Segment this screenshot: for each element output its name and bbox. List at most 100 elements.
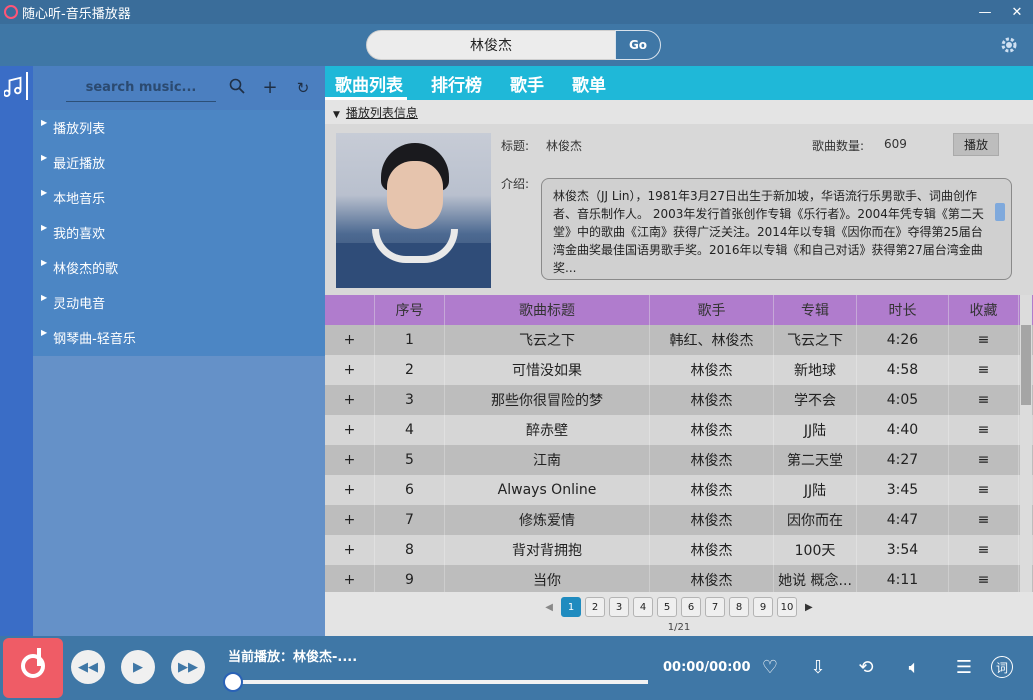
add-to-playlist-button[interactable]: +: [325, 385, 375, 415]
tab-charts[interactable]: 排行榜: [431, 66, 482, 100]
add-to-playlist-button[interactable]: +: [325, 355, 375, 385]
progress-knob[interactable]: [223, 672, 243, 692]
play-playlist-button[interactable]: 播放: [953, 133, 999, 156]
table-row[interactable]: +3 那些你很冒险的梦 林俊杰 学不会 4:05 ≡: [325, 385, 1033, 415]
scrollbar-thumb[interactable]: [1021, 325, 1031, 405]
column-header-title[interactable]: 歌曲标题: [445, 295, 650, 325]
search-icon[interactable]: [227, 78, 247, 98]
favorite-menu-icon[interactable]: ≡: [949, 445, 1019, 475]
page-button[interactable]: 4: [633, 597, 653, 617]
next-track-icon[interactable]: ▶▶: [171, 650, 205, 684]
add-to-playlist-button[interactable]: +: [325, 505, 375, 535]
favorite-menu-icon[interactable]: ≡: [949, 385, 1019, 415]
sidebar-item-label: 林俊杰的歌: [53, 262, 119, 277]
artist-photo: [336, 133, 491, 288]
lyrics-icon[interactable]: 词: [991, 656, 1013, 678]
table-row[interactable]: +4 醉赤壁 林俊杰 JJ陆 4:40 ≡: [325, 415, 1033, 445]
page-button[interactable]: 7: [705, 597, 725, 617]
table-row[interactable]: +7 修炼爱情 林俊杰 因你而在 4:47 ≡: [325, 505, 1033, 535]
add-to-playlist-button[interactable]: +: [325, 475, 375, 505]
progress-bar[interactable]: [232, 680, 648, 684]
tab-artists[interactable]: 歌手: [510, 66, 544, 100]
intro-textbox[interactable]: 林俊杰（JJ Lin），1981年3月27日出生于新加坡，华语流行乐男歌手、词曲…: [541, 178, 1012, 280]
song-count-value: 609: [884, 137, 907, 151]
favorite-menu-icon[interactable]: ≡: [949, 505, 1019, 535]
table-row[interactable]: +6 Always Online 林俊杰 JJ陆 3:45 ≡: [325, 475, 1033, 505]
add-to-playlist-button[interactable]: +: [325, 415, 375, 445]
page-button[interactable]: 10: [777, 597, 797, 617]
sidebar-item-recent[interactable]: ▶ 最近播放: [33, 145, 325, 180]
table-row[interactable]: +5 江南 林俊杰 第二天堂 4:27 ≡: [325, 445, 1033, 475]
add-to-playlist-button[interactable]: +: [325, 445, 375, 475]
page-button[interactable]: 3: [609, 597, 629, 617]
volume-icon[interactable]: 🔈︎: [903, 656, 925, 678]
repeat-icon[interactable]: ⟲: [855, 656, 877, 678]
go-button[interactable]: Go: [615, 30, 661, 60]
table-row[interactable]: +8 背对背拥抱 林俊杰 100天 3:54 ≡: [325, 535, 1033, 565]
chevron-right-icon: ▶: [41, 293, 48, 302]
favorite-menu-icon[interactable]: ≡: [949, 325, 1019, 355]
column-header-index[interactable]: 序号: [375, 295, 445, 325]
chevron-right-icon: ▶: [41, 258, 48, 267]
add-to-playlist-button[interactable]: +: [325, 535, 375, 565]
minimize-icon[interactable]: —: [969, 5, 1001, 20]
play-icon[interactable]: ▶: [121, 650, 155, 684]
song-title: 背对背拥抱: [445, 535, 650, 565]
sidebar-item-local[interactable]: ▶ 本地音乐: [33, 180, 325, 215]
add-icon[interactable]: +: [260, 78, 280, 98]
prev-page-icon[interactable]: ◀: [545, 602, 553, 613]
add-to-playlist-button[interactable]: +: [325, 565, 375, 592]
sidebar-item-favorites[interactable]: ▶ 我的喜欢: [33, 215, 325, 250]
close-icon[interactable]: ✕: [1001, 5, 1033, 20]
playlist-info-toggle-label: 播放列表信息: [345, 106, 418, 120]
next-page-icon[interactable]: ▶: [805, 602, 813, 613]
intro-label: 介绍:: [501, 177, 530, 191]
sidebar-item-playlist[interactable]: ▶ 播放列表: [33, 110, 325, 145]
tab-song-list[interactable]: 歌曲列表: [325, 66, 407, 100]
table-scrollbar[interactable]: [1020, 295, 1032, 592]
add-to-playlist-button[interactable]: +: [325, 325, 375, 355]
playlist-queue-icon[interactable]: ☰: [953, 656, 975, 678]
song-duration: 3:54: [857, 535, 949, 565]
music-note-icon[interactable]: [4, 72, 28, 100]
page-button[interactable]: 2: [585, 597, 605, 617]
sidebar-item-piano[interactable]: ▶ 钢琴曲-轻音乐: [33, 320, 325, 355]
heart-icon[interactable]: ♡: [759, 656, 781, 678]
page-button[interactable]: 8: [729, 597, 749, 617]
player-logo-icon[interactable]: [3, 638, 63, 698]
song-artist: 林俊杰: [650, 445, 774, 475]
page-button[interactable]: 6: [681, 597, 701, 617]
refresh-icon[interactable]: ↻: [293, 78, 313, 98]
tab-playlists[interactable]: 歌单: [572, 66, 606, 100]
favorite-menu-icon[interactable]: ≡: [949, 355, 1019, 385]
playlist-info-toggle[interactable]: ▼ 播放列表信息: [333, 104, 418, 121]
table-row[interactable]: +1 飞云之下 韩红、林俊杰 飞云之下 4:26 ≡: [325, 325, 1033, 355]
sidebar-search-input[interactable]: search music...: [66, 74, 216, 102]
column-header-duration[interactable]: 时长: [857, 295, 949, 325]
sidebar-item-jj-songs[interactable]: ▶ 林俊杰的歌: [33, 250, 325, 285]
row-index: 9: [375, 565, 445, 592]
intro-scrollbar[interactable]: [995, 203, 1005, 221]
favorite-menu-icon[interactable]: ≡: [949, 415, 1019, 445]
column-header-album[interactable]: 专辑: [774, 295, 857, 325]
song-duration: 4:05: [857, 385, 949, 415]
page-button[interactable]: 9: [753, 597, 773, 617]
chevron-right-icon: ▶: [41, 223, 48, 232]
page-button[interactable]: 5: [657, 597, 677, 617]
download-icon[interactable]: ⇩: [807, 656, 829, 678]
table-row[interactable]: +9 当你 林俊杰 她说 概念... 4:11 ≡: [325, 565, 1033, 592]
table-row[interactable]: +2 可惜没如果 林俊杰 新地球 4:58 ≡: [325, 355, 1033, 385]
favorite-menu-icon[interactable]: ≡: [949, 565, 1019, 592]
sidebar: search music... + ↻ ▶ 播放列表 ▶ 最近播放 ▶ 本地音乐 ▶ 我…: [33, 66, 325, 636]
sidebar-item-electronic[interactable]: ▶ 灵动电音: [33, 285, 325, 320]
song-duration: 4:47: [857, 505, 949, 535]
column-header-artist[interactable]: 歌手: [650, 295, 774, 325]
favorite-menu-icon[interactable]: ≡: [949, 475, 1019, 505]
page-button[interactable]: 1: [561, 597, 581, 617]
top-search-input[interactable]: 林俊杰: [366, 30, 616, 60]
previous-track-icon[interactable]: ◀◀: [71, 650, 105, 684]
song-album: 100天: [774, 535, 857, 565]
favorite-menu-icon[interactable]: ≡: [949, 535, 1019, 565]
gear-icon[interactable]: [999, 35, 1019, 55]
song-artist: 林俊杰: [650, 355, 774, 385]
